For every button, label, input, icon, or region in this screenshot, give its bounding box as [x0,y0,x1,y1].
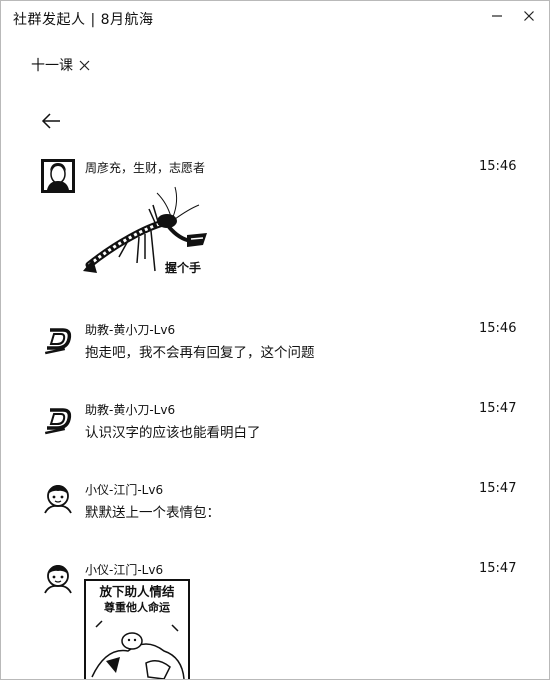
avatar[interactable] [41,561,75,595]
message-time: 15:46 [479,159,517,174]
sender-name[interactable]: 小仪-江门-Lv6 [85,481,163,498]
message-time: 15:47 [479,401,517,416]
meme-text-line-1: 放下助人情结 [99,584,175,599]
crayfish-sticker[interactable]: 握个手 [79,179,209,279]
message-time: 15:47 [479,561,517,576]
meme-image[interactable]: 放下助人情结 尊重他人命运 [84,579,190,679]
sender-name[interactable]: 助教-黄小刀-Lv6 [85,401,175,418]
message-time: 15:46 [479,321,517,336]
avatar[interactable] [41,159,75,193]
d-logo-avatar-icon [44,328,72,355]
sender-name[interactable]: 周彦充，生财，志愿者 [85,159,205,176]
sender-name[interactable]: 助教-黄小刀-Lv6 [85,321,175,338]
message-time: 15:47 [479,481,517,496]
d-logo-avatar-icon [44,408,72,435]
app-window: 社群发起人 | 8月航海 十一课 周彦充，生财，志愿者 15:46 握个手 助教… [0,0,550,680]
meme-text-line-2: 尊重他人命运 [104,601,170,614]
message-text[interactable]: 认识汉字的应该也能看明白了 [85,421,261,441]
avatar[interactable] [41,321,75,355]
avatar[interactable] [41,401,75,435]
cartoon-avatar-icon [44,565,72,594]
message-list: 周彦充，生财，志愿者 15:46 握个手 助教-黄小刀-Lv6 15:46 抱走… [1,1,549,679]
sender-name[interactable]: 小仪-江门-Lv6 [85,561,163,578]
avatar[interactable] [41,481,75,515]
sticker-caption: 握个手 [165,261,202,275]
message-text[interactable]: 抱走吧，我不会再有回复了，这个问题 [85,341,315,361]
portrait-avatar-icon [41,159,75,193]
meme-cartoon-drawing [86,617,188,679]
cartoon-avatar-icon [44,485,72,514]
message-text[interactable]: 默默送上一个表情包： [85,501,220,521]
